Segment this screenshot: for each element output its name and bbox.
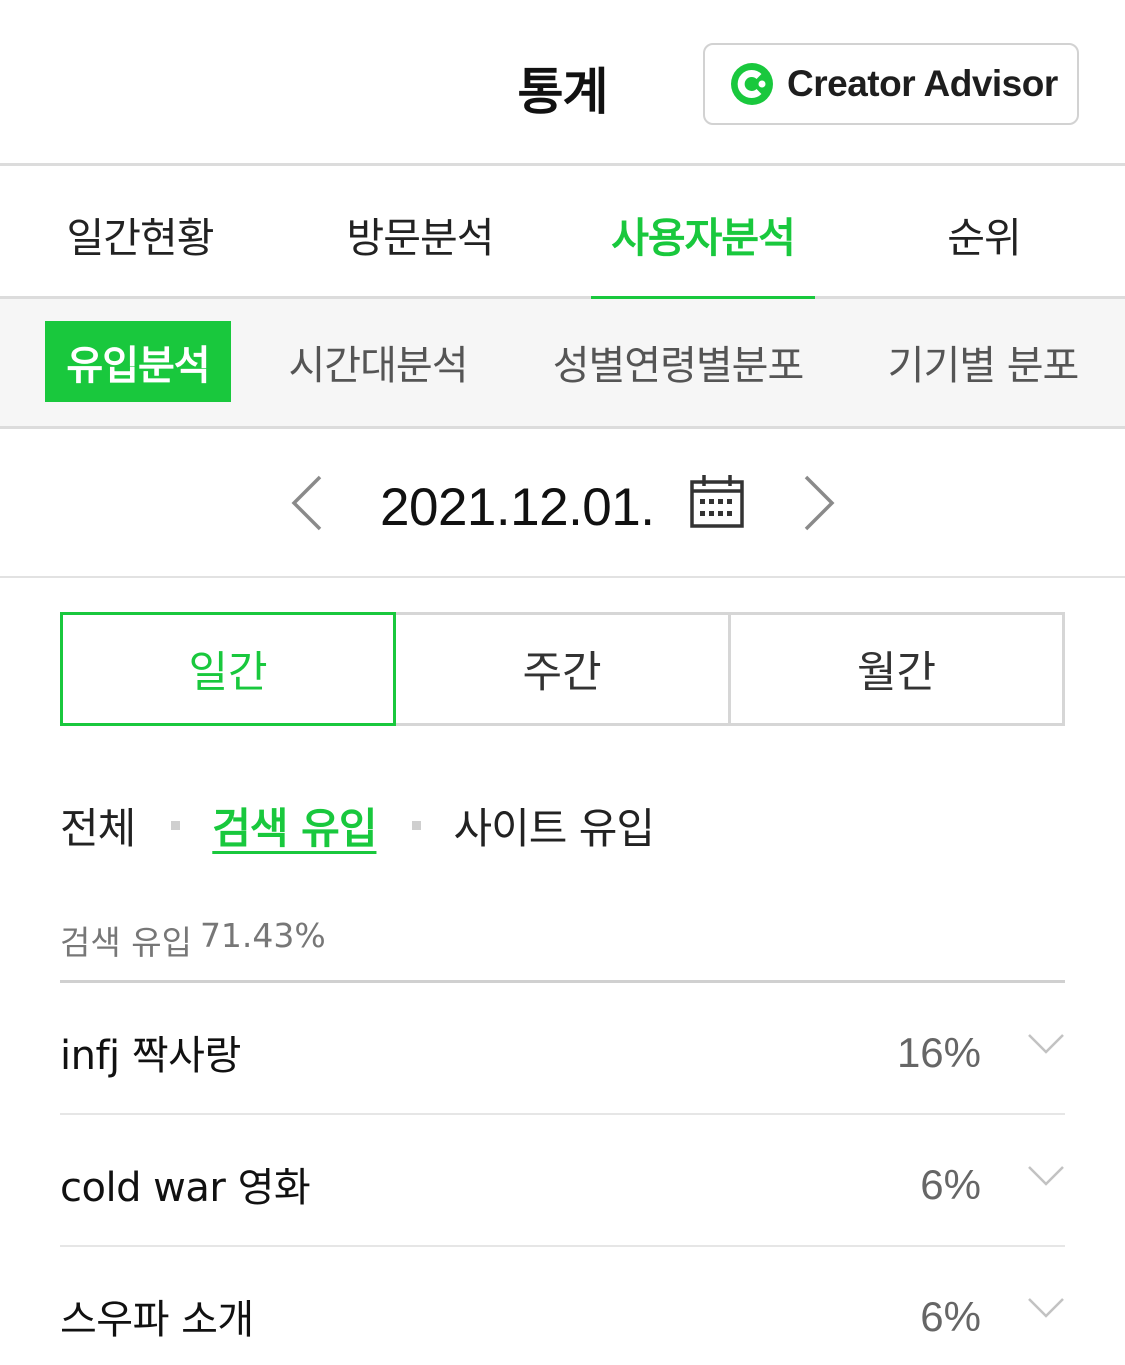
- summary-label: 검색 유입: [60, 923, 192, 962]
- chevron-down-icon[interactable]: [1027, 1297, 1065, 1319]
- tab-user-analysis[interactable]: 사용자분석: [591, 169, 815, 302]
- chevron-down-icon[interactable]: [1027, 1033, 1065, 1055]
- subtab-device[interactable]: 기기별 분포: [872, 321, 1094, 402]
- subtab-gender-age[interactable]: 성별연령별분포: [532, 321, 824, 402]
- subtab-inflow-analysis[interactable]: 유입분석: [45, 321, 231, 402]
- chevron-down-icon[interactable]: [1027, 1165, 1065, 1187]
- separator-dot: [412, 820, 422, 830]
- list-item[interactable]: cold war 영화 6%: [60, 1115, 1065, 1247]
- summary-value: 71.43%: [199, 916, 326, 955]
- period-label: 주간: [522, 648, 602, 698]
- filter-site-inflow[interactable]: 사이트 유입: [453, 795, 655, 856]
- creator-advisor-logo-icon: [731, 63, 773, 105]
- chevron-left-icon[interactable]: [276, 473, 336, 533]
- keyword-percent: 6%: [920, 1161, 981, 1208]
- keyword-label: cold war 영화: [60, 1165, 311, 1211]
- tab-label: 방문분석: [346, 214, 495, 262]
- list-item[interactable]: 스우파 소개 6%: [60, 1247, 1065, 1365]
- inflow-filter: 전체 검색 유입 사이트 유입: [60, 795, 655, 856]
- date-navigation: 2021.12.01.: [0, 429, 1125, 578]
- keyword-label: infj 짝사랑: [60, 1033, 241, 1079]
- tab-daily-status[interactable]: 일간현황: [28, 169, 252, 299]
- tab-ranking[interactable]: 순위: [872, 169, 1096, 299]
- creator-advisor-button[interactable]: Creator Advisor: [703, 43, 1079, 125]
- period-monthly-button[interactable]: 월간: [728, 612, 1065, 726]
- subtab-label: 시간대분석: [288, 342, 469, 389]
- tab-label: 일간현황: [66, 214, 215, 262]
- chevron-right-icon[interactable]: [790, 473, 850, 533]
- tab-label: 사용자분석: [611, 214, 796, 262]
- sub-tabs: 유입분석 시간대분석 성별연령별분포 기기별 분포: [0, 299, 1125, 429]
- tab-visit-analysis[interactable]: 방문분석: [308, 169, 532, 299]
- keyword-percent: 6%: [920, 1293, 981, 1340]
- subtab-time-analysis[interactable]: 시간대분석: [270, 321, 486, 402]
- creator-advisor-label: Creator Advisor: [787, 63, 1058, 104]
- header: 통계 Creator Advisor: [0, 0, 1125, 166]
- keyword-percent: 16%: [896, 1029, 981, 1076]
- tab-label: 순위: [947, 214, 1021, 262]
- separator-dot: [171, 820, 181, 830]
- list-item[interactable]: infj 짝사랑 16%: [60, 983, 1065, 1115]
- search-inflow-summary: 검색 유입 71.43%: [60, 916, 326, 964]
- subtab-label: 성별연령별분포: [552, 342, 805, 389]
- period-selector: 주간 월간 일간: [60, 612, 1065, 726]
- filter-search-inflow[interactable]: 검색 유입: [212, 795, 377, 856]
- period-label: 월간: [856, 648, 937, 698]
- keyword-label: 스우파 소개: [60, 1297, 254, 1343]
- current-date: 2021.12.01.: [380, 478, 655, 537]
- keyword-list: infj 짝사랑 16% cold war 영화 6% 스우파 소개 6%: [60, 983, 1065, 1365]
- calendar-icon[interactable]: [689, 474, 745, 530]
- subtab-label: 유입분석: [66, 342, 210, 389]
- period-label: 일간: [188, 648, 268, 698]
- period-daily-button[interactable]: 일간: [60, 612, 396, 726]
- filter-all[interactable]: 전체: [60, 795, 136, 856]
- subtab-label: 기기별 분포: [887, 342, 1080, 389]
- main-tabs: 일간현황 방문분석 사용자분석 순위: [0, 169, 1125, 302]
- period-weekly-button[interactable]: 주간: [393, 612, 731, 726]
